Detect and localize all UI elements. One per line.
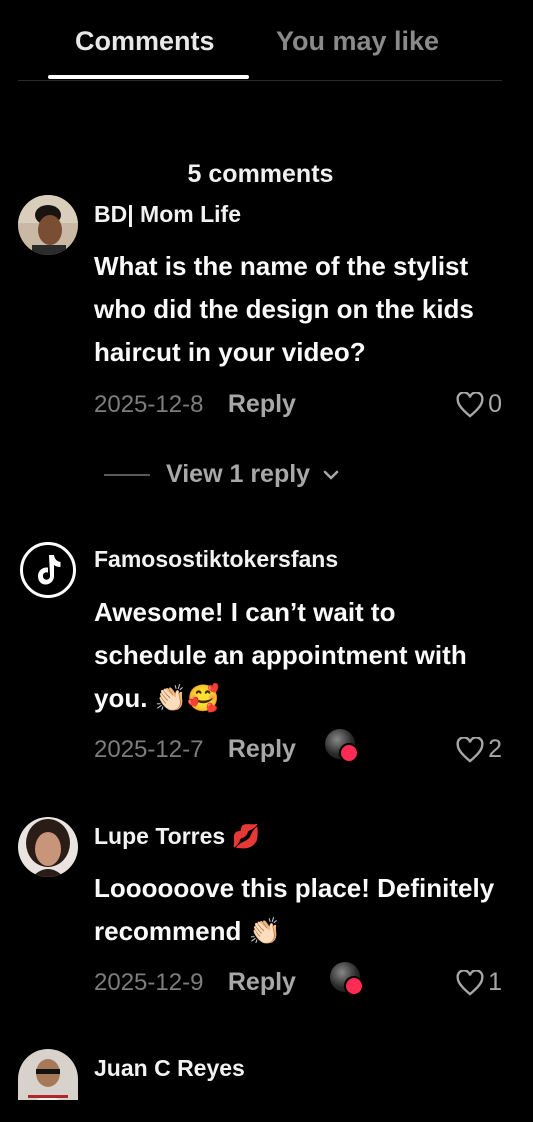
avatar[interactable] — [18, 1049, 78, 1100]
heart-icon — [456, 391, 484, 418]
comment-username[interactable]: Juan C Reyes — [94, 1055, 245, 1082]
reply-button[interactable]: Reply — [228, 968, 296, 996]
avatar[interactable] — [18, 540, 78, 600]
comments-count: 5 comments — [187, 160, 334, 188]
view-replies-button[interactable]: View 1 reply — [104, 460, 342, 489]
comment-text: Loooooove this place! Definitely recomme… — [94, 873, 495, 946]
active-tab-indicator — [48, 75, 249, 79]
creator-liked-avatar — [330, 962, 364, 996]
like-count: 0 — [488, 390, 502, 418]
creator-liked-avatar — [325, 729, 359, 763]
like-count: 2 — [488, 735, 502, 763]
view-replies-label: View 1 reply — [166, 460, 311, 488]
comment-text: Awesome! I can’t wait to schedule an app… — [94, 597, 467, 713]
like-button[interactable]: 0 — [456, 390, 502, 419]
chevron-down-icon — [323, 470, 339, 480]
comment-username[interactable]: Lupe Torres 💋 — [94, 823, 260, 850]
comment-meta: 2025-12-9 Reply 1 — [94, 962, 502, 1002]
comment-date: 2025-12-9 — [94, 969, 204, 996]
comment-username[interactable]: Famosostiktokersfans — [94, 546, 338, 573]
comment-meta: 2025-12-7 Reply 2 — [94, 729, 502, 769]
reply-button[interactable]: Reply — [228, 735, 296, 763]
comment-text: What is the name of the stylist who did … — [94, 251, 474, 367]
comment-date: 2025-12-7 — [94, 736, 204, 763]
avatar[interactable] — [18, 817, 78, 877]
heart-icon — [456, 736, 484, 763]
avatar[interactable] — [18, 195, 78, 255]
tab-you-may-like[interactable]: You may like — [276, 26, 439, 57]
comment-meta: 2025-12-8 Reply 0 — [94, 390, 502, 424]
comment-date: 2025-12-8 — [94, 391, 204, 418]
comment-username[interactable]: BD| Mom Life — [94, 201, 241, 228]
like-button[interactable]: 1 — [456, 968, 502, 997]
like-button[interactable]: 2 — [456, 735, 502, 764]
divider — [104, 473, 150, 476]
tab-bar: Comments You may like — [18, 0, 502, 81]
reply-button[interactable]: Reply — [228, 390, 296, 418]
like-count: 1 — [488, 968, 502, 996]
heart-icon — [456, 969, 484, 996]
tab-comments[interactable]: Comments — [75, 26, 215, 57]
